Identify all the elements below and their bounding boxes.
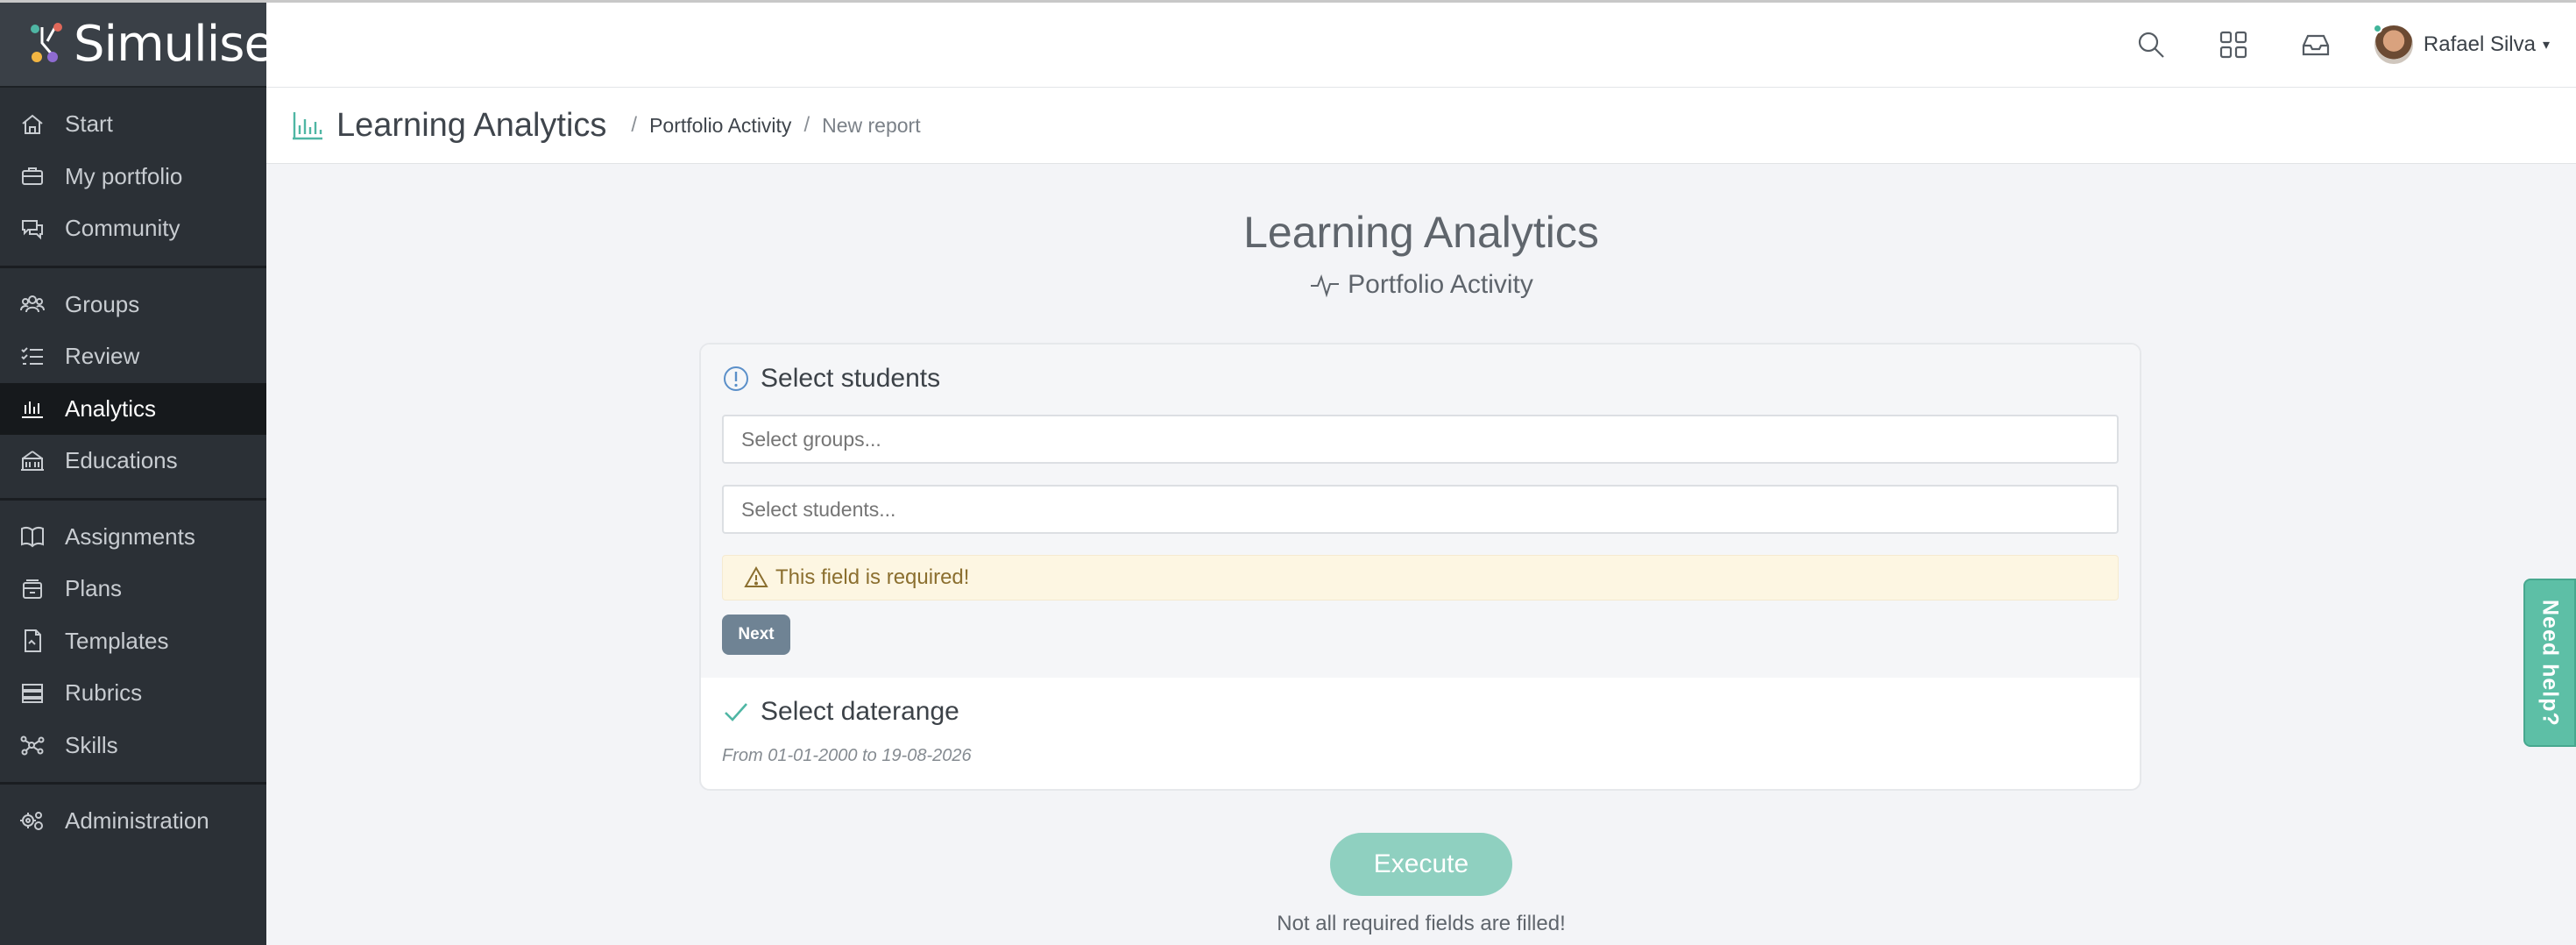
- sidebar-item-label: Skills: [65, 731, 118, 758]
- sidebar-item-label: Community: [65, 215, 180, 242]
- user-name: Rafael Silva: [2423, 32, 2536, 56]
- report-wizard-card: Select students This field is required! …: [699, 343, 2141, 791]
- sidebar-item-label: Plans: [65, 575, 123, 602]
- sidebar-item-review[interactable]: Review: [0, 330, 266, 383]
- sidebar-item-start[interactable]: Start: [0, 98, 266, 151]
- next-button[interactable]: Next: [722, 615, 790, 655]
- daterange-summary: From 01-01-2000 to 19-08-2026: [722, 746, 972, 765]
- online-status-icon: [2372, 24, 2382, 33]
- sidebar-item-rubrics[interactable]: Rubrics: [0, 667, 266, 720]
- select-students-input[interactable]: [722, 485, 2119, 534]
- page-title: Learning Analytics: [336, 106, 607, 144]
- need-help-label: Need help?: [2537, 599, 2563, 727]
- step-select-daterange: Select daterange From 01-01-2000 to 19-0…: [701, 678, 2140, 784]
- breadcrumb: Learning Analytics / Portfolio Activity …: [266, 88, 2576, 164]
- chat-icon: [18, 214, 47, 244]
- sidebar-item-label: Templates: [65, 627, 169, 654]
- book-icon: [18, 522, 47, 551]
- sidebar: Simulise Start My portfolio Community Gr…: [0, 0, 274, 945]
- warning-triangle-icon: [744, 565, 768, 587]
- required-field-alert: This field is required!: [722, 555, 2119, 600]
- search-icon[interactable]: [2134, 27, 2169, 62]
- report-subtitle-text: Portfolio Activity: [1348, 270, 1533, 299]
- step-title[interactable]: Select daterange: [761, 697, 959, 727]
- sidebar-item-label: Start: [65, 110, 113, 138]
- nav-group-main: Start My portfolio Community: [0, 88, 266, 268]
- breadcrumb-separator: /: [631, 113, 638, 137]
- sidebar-item-skills[interactable]: Skills: [0, 720, 266, 772]
- logo-mark-icon: [26, 22, 70, 68]
- sidebar-item-label: My portfolio: [65, 162, 183, 189]
- sidebar-item-label: Analytics: [65, 394, 157, 422]
- step-select-students: Select students This field is required! …: [701, 345, 2140, 678]
- sidebar-item-administration[interactable]: Administration: [0, 795, 266, 848]
- alert-text: This field is required!: [775, 565, 970, 589]
- sidebar-item-label: Review: [65, 343, 140, 370]
- report-subtitle: Portfolio Activity: [266, 270, 2576, 300]
- users-icon: [18, 289, 47, 319]
- execute-button[interactable]: Execute: [1330, 833, 1512, 896]
- gears-icon: [18, 806, 47, 836]
- analytics-bar-chart-icon: [291, 110, 324, 140]
- skills-icon: [18, 730, 47, 760]
- plans-icon: [18, 574, 47, 604]
- sidebar-item-assignments[interactable]: Assignments: [0, 511, 266, 564]
- bar-chart-icon: [18, 394, 47, 423]
- sidebar-item-educations[interactable]: Educations: [0, 435, 266, 487]
- breadcrumb-separator: /: [803, 113, 810, 137]
- briefcase-icon: [18, 161, 47, 191]
- breadcrumb-current: New report: [822, 113, 921, 137]
- nav-group-admin: Administration: [0, 785, 266, 858]
- apps-grid-icon[interactable]: [2216, 27, 2251, 62]
- validation-status-text: Not all required fields are filled!: [1277, 912, 1566, 935]
- sidebar-item-label: Educations: [65, 447, 178, 474]
- rubrics-icon: [18, 679, 47, 708]
- need-help-tab[interactable]: Need help?: [2523, 579, 2576, 747]
- home-icon: [18, 110, 47, 139]
- select-groups-input[interactable]: [722, 415, 2119, 464]
- step-header: Select daterange: [722, 697, 2119, 727]
- step-header: Select students: [722, 364, 2119, 394]
- school-icon: [18, 446, 47, 476]
- breadcrumb-link-portfolio-activity[interactable]: Portfolio Activity: [649, 114, 791, 138]
- report-title: Learning Analytics: [1243, 208, 1599, 257]
- nav-group-teaching: Groups Review Analytics Educations: [0, 268, 266, 501]
- sidebar-item-my-portfolio[interactable]: My portfolio: [0, 151, 266, 203]
- step-title: Select students: [761, 364, 941, 393]
- logo[interactable]: Simulise: [0, 3, 274, 88]
- sidebar-item-templates[interactable]: Templates: [0, 615, 266, 668]
- nav-group-content: Assignments Plans Templates Rubrics Skil…: [0, 501, 266, 785]
- user-menu[interactable]: Rafael Silva ▾: [2372, 24, 2550, 64]
- sidebar-item-plans[interactable]: Plans: [0, 563, 266, 615]
- caret-down-icon: ▾: [2542, 38, 2550, 53]
- top-bar: Rafael Silva ▾: [266, 0, 2576, 88]
- logo-text: Simulise: [74, 16, 274, 73]
- sidebar-item-groups[interactable]: Groups: [0, 279, 266, 331]
- inbox-icon[interactable]: [2298, 27, 2333, 62]
- sidebar-item-label: Groups: [65, 290, 140, 317]
- document-icon: [18, 626, 47, 656]
- sidebar-item-label: Assignments: [65, 522, 195, 550]
- avatar: [2372, 24, 2413, 64]
- sidebar-item-analytics[interactable]: Analytics: [0, 382, 266, 435]
- sidebar-item-label: Administration: [65, 807, 209, 835]
- sidebar-item-community[interactable]: Community: [0, 202, 266, 255]
- checklist-icon: [18, 342, 47, 372]
- info-circle-icon: [722, 365, 750, 393]
- activity-pulse-icon: [1311, 274, 1340, 298]
- report-heading: Learning Analytics Portfolio Activity: [266, 207, 2576, 300]
- checkmark-icon: [722, 698, 750, 726]
- sidebar-item-label: Rubrics: [65, 679, 143, 707]
